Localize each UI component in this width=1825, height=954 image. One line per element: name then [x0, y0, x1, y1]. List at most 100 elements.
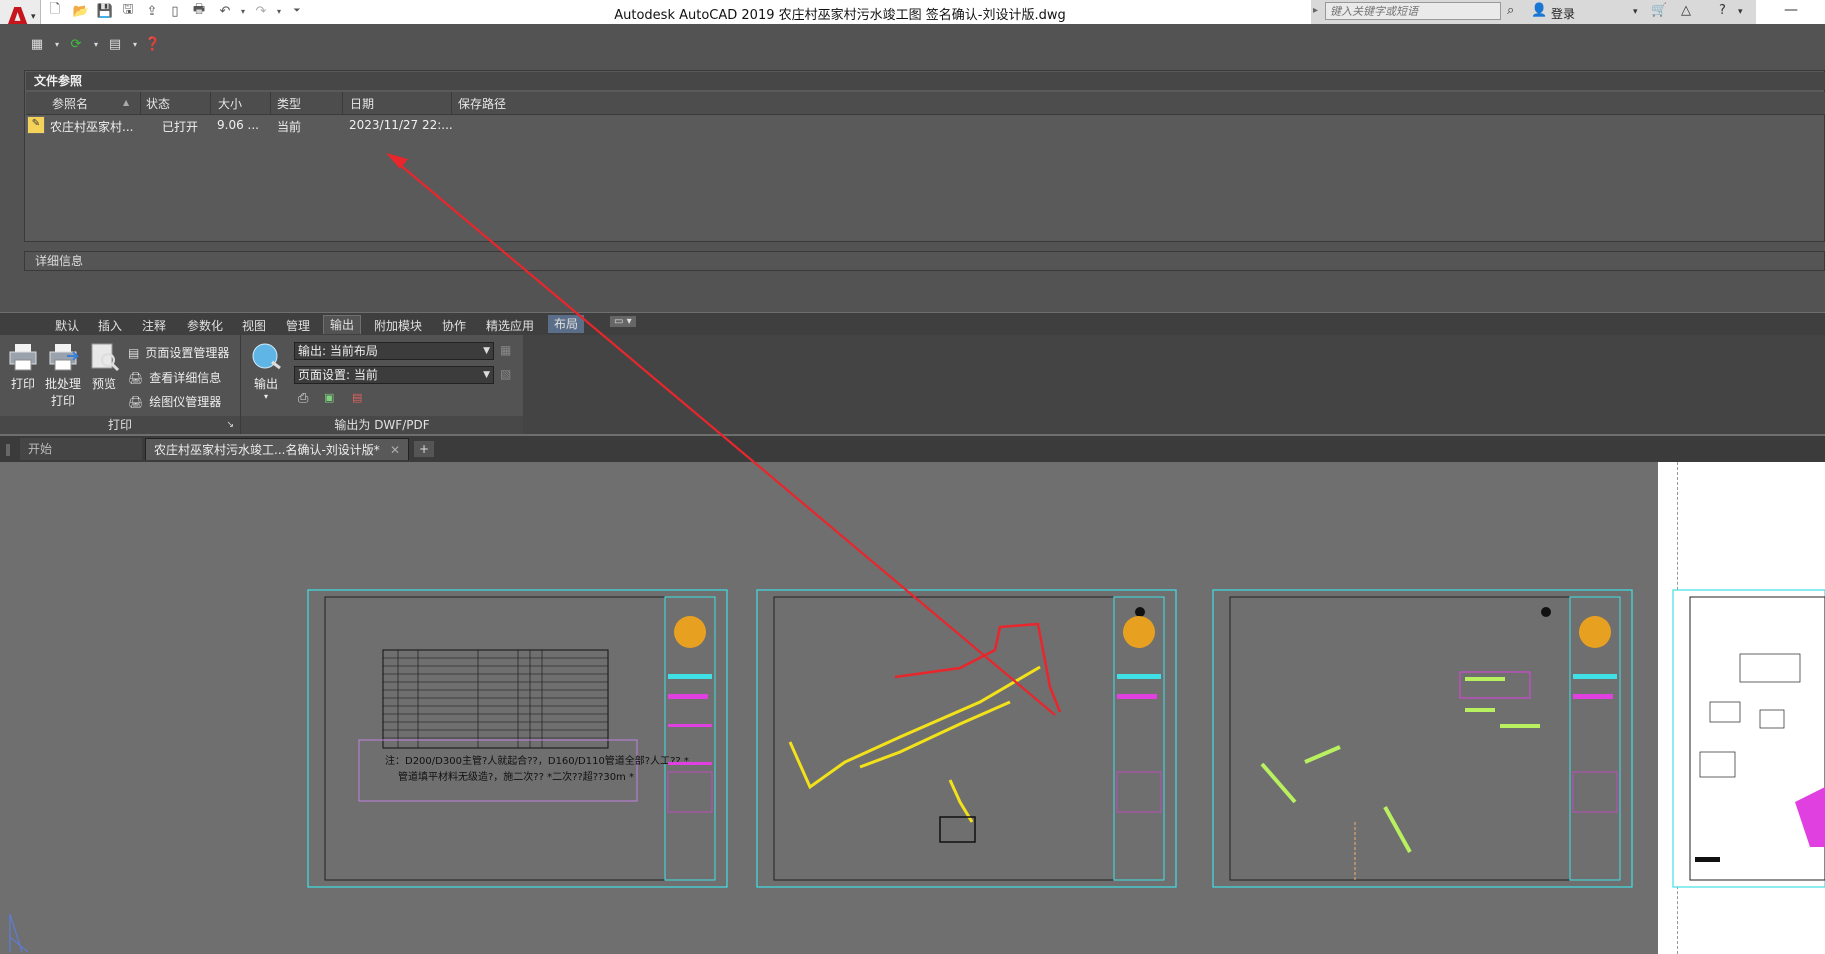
- save-icon[interactable]: 💾: [96, 2, 114, 20]
- chevron-down-icon[interactable]: ▾: [48, 36, 66, 52]
- page-setup-manager-button[interactable]: ▤ 页面设置管理器: [128, 344, 229, 361]
- new-file-icon[interactable]: 🗋: [46, 2, 64, 20]
- page-setup-manager-label: 页面设置管理器: [145, 346, 230, 360]
- preview-button[interactable]: 预览: [86, 342, 122, 392]
- page-setup-override-icon[interactable]: ▦: [500, 343, 511, 357]
- batch-print-label-2: 打印: [50, 394, 75, 408]
- user-icon[interactable]: 👤: [1531, 3, 1547, 18]
- tab-view[interactable]: 视图: [242, 317, 266, 334]
- tab-output[interactable]: 输出: [323, 315, 362, 334]
- dialog-launcher-icon[interactable]: ↘: [226, 416, 234, 434]
- north-arrow-icon: [1135, 607, 1145, 617]
- sheet1-note-1: 注：D200/D300主管?人就起合??，D160/D110管道全部?人工?? …: [385, 754, 689, 767]
- tab-addins[interactable]: 附加模块: [374, 317, 422, 334]
- attach-dwg-icon[interactable]: ▦: [28, 36, 46, 52]
- sort-up-icon: ▲: [123, 98, 130, 107]
- page-setup-add-icon[interactable]: ▧: [500, 367, 511, 381]
- sheet-2[interactable]: [756, 589, 1177, 888]
- table-row[interactable]: ✎ 农庄村巫家村... 已打开 9.06 ... 当前 2023/11/27 2…: [26, 115, 1825, 135]
- export-combo-value: 输出: 当前布局: [298, 344, 378, 358]
- sheet-3[interactable]: [1212, 589, 1633, 888]
- company-logo-icon: [1123, 616, 1155, 648]
- export-preview-icon[interactable]: ⎙: [298, 391, 308, 406]
- infocenter-bar: ▸ ⌕ 👤 登录 ▾ 🛒 △ ? ▾: [1311, 0, 1756, 24]
- close-icon[interactable]: ✕: [390, 439, 400, 461]
- print-panel-label[interactable]: 打印 ↘: [0, 416, 240, 434]
- chevron-down-icon: ▾: [31, 12, 36, 22]
- tab-drawing[interactable]: 农庄村巫家村污水竣工...名确认-刘设计版* ✕: [145, 438, 409, 460]
- column-saved-path[interactable]: 保存路径: [458, 95, 506, 112]
- export-globe-icon: [252, 343, 281, 370]
- column-type[interactable]: 类型: [277, 95, 301, 112]
- row-status: 已打开: [162, 120, 199, 134]
- undo-dropdown-icon[interactable]: ▾: [234, 2, 252, 20]
- chevron-down-icon[interactable]: ▾: [1738, 7, 1743, 17]
- view-details-button[interactable]: 🖨 查看详细信息: [128, 369, 221, 386]
- cart-icon[interactable]: 🛒: [1651, 3, 1667, 18]
- export-panel-label[interactable]: 输出为 DWF/PDF: [241, 416, 523, 434]
- file-references-title: 文件参照: [26, 72, 1825, 90]
- plus-icon: +: [418, 442, 430, 456]
- batch-print-button[interactable]: 批处理 打印: [42, 342, 84, 409]
- save-to-web-icon[interactable]: ▯: [166, 2, 184, 20]
- column-date[interactable]: 日期: [350, 95, 374, 112]
- open-from-web-icon[interactable]: ⇪: [143, 2, 161, 20]
- row-type: 当前: [277, 120, 302, 134]
- search-input[interactable]: [1325, 2, 1501, 20]
- login-button[interactable]: 登录: [1551, 5, 1575, 22]
- tab-annotate[interactable]: 注释: [142, 317, 166, 334]
- pdf-icon[interactable]: ▤: [352, 391, 362, 404]
- batch-print-label-1: 批处理: [44, 377, 81, 391]
- plotter-manager-button[interactable]: 🖨 绘图仪管理器: [128, 393, 221, 410]
- minimize-icon: —: [1784, 2, 1798, 18]
- details-section[interactable]: 详细信息: [24, 251, 1825, 271]
- tab-insert[interactable]: 插入: [98, 317, 122, 334]
- chevron-down-icon[interactable]: ▾: [126, 36, 144, 52]
- chevron-down-icon[interactable]: ▾: [87, 36, 105, 52]
- new-tab-button[interactable]: +: [414, 441, 434, 457]
- view-details-icon: 🖨: [128, 370, 144, 385]
- tab-manage[interactable]: 管理: [286, 317, 310, 334]
- refresh-icon[interactable]: ⟳: [67, 36, 85, 52]
- help-icon[interactable]: ?: [1719, 3, 1726, 18]
- redo-icon[interactable]: ↷: [252, 2, 270, 20]
- tab-default[interactable]: 默认: [55, 317, 79, 334]
- plotter-manager-label: 绘图仪管理器: [149, 395, 222, 409]
- tab-featured-apps[interactable]: 精选应用: [486, 317, 534, 334]
- window-title: Autodesk AutoCAD 2019 农庄村巫家村污水竣工图 签名确认-刘…: [614, 8, 1066, 23]
- row-reference-name: 农庄村巫家村...: [50, 120, 134, 134]
- minimize-button[interactable]: —: [1756, 0, 1825, 24]
- export-button[interactable]: 输出 ▾: [246, 342, 286, 401]
- customize-toolbar-icon[interactable]: ⏷: [288, 2, 306, 20]
- export-combo[interactable]: 输出: 当前布局 ▼: [294, 342, 494, 360]
- autodesk-a360-icon[interactable]: △: [1681, 3, 1691, 18]
- preview-label: 预览: [91, 377, 116, 391]
- chevron-right-icon[interactable]: ▸: [1313, 5, 1318, 16]
- tab-collaborate[interactable]: 协作: [442, 317, 466, 334]
- chevron-down-icon[interactable]: ▾: [1633, 7, 1638, 17]
- batch-print-icon: [49, 344, 80, 371]
- print-panel-title: 打印: [107, 418, 132, 432]
- column-reference-name[interactable]: 参照名: [52, 95, 88, 112]
- column-size[interactable]: 大小: [218, 95, 242, 112]
- column-status[interactable]: 状态: [146, 95, 170, 112]
- tab-layout[interactable]: 布局: [548, 315, 585, 333]
- dwf-icon[interactable]: ▣: [324, 391, 334, 404]
- redo-dropdown-icon[interactable]: ▾: [270, 2, 288, 20]
- page-setup-combo[interactable]: 页面设置: 当前 ▼: [294, 366, 494, 384]
- tab-parametric[interactable]: 参数化: [187, 317, 223, 334]
- ribbon-display-toggle-icon[interactable]: ▭ ▾: [610, 316, 636, 327]
- help-icon[interactable]: ❓: [144, 36, 162, 52]
- plot-icon[interactable]: 🖶: [190, 2, 208, 20]
- change-path-icon[interactable]: ▤: [106, 36, 124, 52]
- print-button[interactable]: 打印: [4, 342, 42, 392]
- preview-icon: [91, 343, 120, 372]
- undo-icon[interactable]: ↶: [216, 2, 234, 20]
- sheet-1[interactable]: 注：D200/D300主管?人就起合??，D160/D110管道全部?人工?? …: [307, 589, 728, 888]
- open-file-icon[interactable]: 📂: [72, 2, 90, 20]
- plotter-manager-icon: 🖨: [128, 394, 144, 409]
- save-as-icon[interactable]: 🖫: [119, 2, 137, 20]
- tab-start[interactable]: 开始: [20, 438, 142, 460]
- binoculars-icon[interactable]: ⌕: [1507, 3, 1514, 18]
- sheet-4[interactable]: [1672, 589, 1825, 888]
